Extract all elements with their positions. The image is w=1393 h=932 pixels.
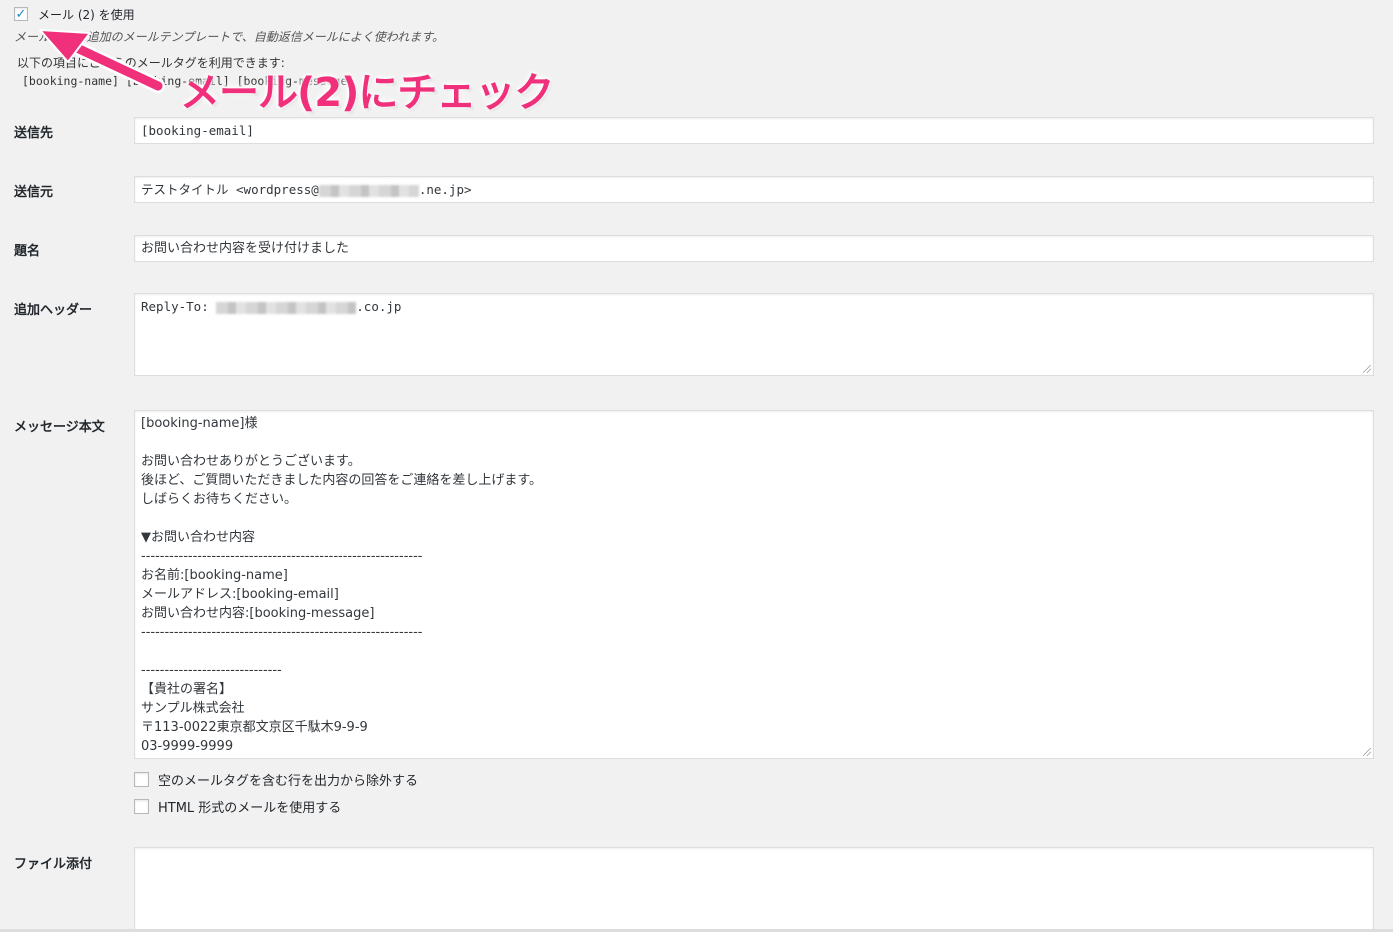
from-value-prefix: テストタイトル <wordpress@ (141, 182, 319, 197)
body-text: [booking-name]様 お問い合わせありがとうございます。 後ほど、ご質… (141, 416, 543, 754)
from-value-suffix: .ne.jp> (418, 182, 472, 197)
attachments-textarea[interactable] (134, 847, 1374, 931)
attachments-label: ファイル添付 (14, 857, 93, 872)
to-input[interactable]: [booking-email] (134, 117, 1374, 144)
headers-label: 追加ヘッダー (14, 303, 93, 318)
exclude-blank-row[interactable]: 空のメールタグを含む行を出力から除外する (134, 770, 418, 789)
resize-handle-icon[interactable] (1363, 365, 1371, 373)
exclude-blank-label[interactable]: 空のメールタグを含む行を出力から除外する (158, 770, 418, 789)
resize-handle-icon[interactable] (1363, 748, 1371, 756)
to-label: 送信先 (14, 126, 54, 141)
use-mail2-checkbox[interactable]: ✓ (14, 7, 28, 21)
checkmark-icon: ✓ (15, 6, 27, 22)
subject-input[interactable]: お問い合わせ内容を受け付けました (134, 235, 1374, 262)
use-mail2-row[interactable]: ✓ メール (2) を使用 (14, 4, 1379, 24)
from-input[interactable]: テストタイトル <wordpress@ .ne.jp> (134, 176, 1374, 203)
exclude-blank-checkbox[interactable] (134, 772, 149, 787)
headers-value-prefix: Reply-To: (141, 299, 217, 314)
use-mail2-label[interactable]: メール (2) を使用 (38, 6, 135, 23)
headers-textarea[interactable]: Reply-To: .co.jp (134, 293, 1374, 376)
from-label: 送信元 (14, 185, 54, 200)
redacted-domain (318, 184, 419, 197)
annotation-text: メール(2)にチェック (180, 70, 554, 116)
redacted-email (216, 301, 357, 314)
use-html-checkbox[interactable] (134, 799, 149, 814)
body-textarea[interactable]: [booking-name]様 お問い合わせありがとうございます。 後ほど、ご質… (134, 410, 1374, 759)
use-html-row[interactable]: HTML 形式のメールを使用する (134, 797, 341, 816)
subject-label: 題名 (14, 244, 41, 259)
body-label: メッセージ本文 (14, 420, 105, 435)
use-html-label[interactable]: HTML 形式のメールを使用する (158, 797, 341, 816)
mail2-description: メール (2) は追加のメールテンプレートで、自動返信メールによく使われます。 (14, 30, 444, 44)
headers-value-suffix: .co.jp (356, 299, 402, 314)
